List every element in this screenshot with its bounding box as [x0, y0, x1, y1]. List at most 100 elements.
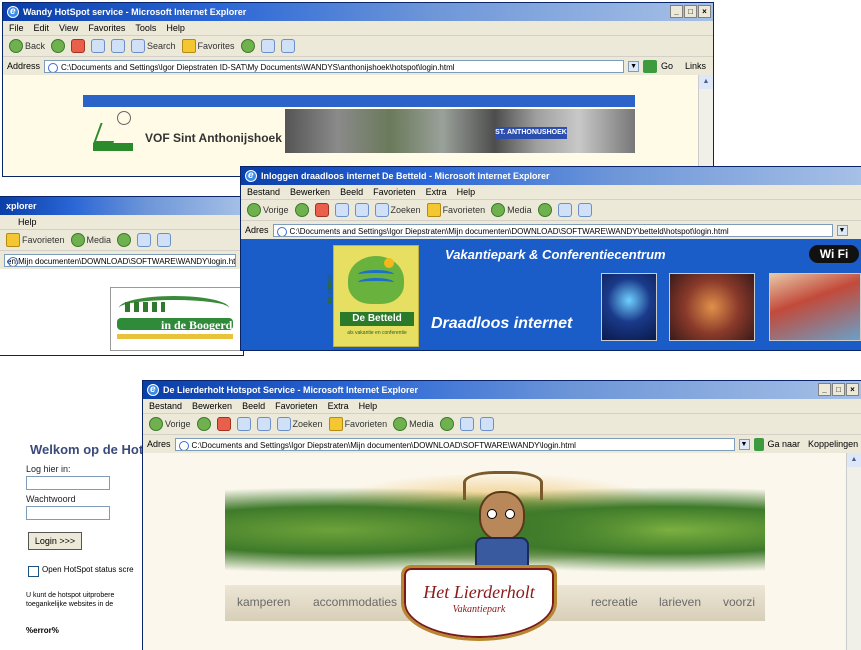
print-button[interactable] [577, 203, 592, 217]
mail-button[interactable] [260, 39, 275, 53]
address-dropdown[interactable]: ▼ [628, 60, 640, 72]
home-button[interactable] [354, 203, 369, 217]
refresh-button[interactable] [334, 203, 349, 217]
window-title: Wandy HotSpot service - Microsoft Intern… [23, 7, 247, 17]
window-title: Inloggen draadloos internet De Betteld -… [261, 171, 550, 181]
title-bar[interactable]: Inloggen draadloos internet De Betteld -… [241, 167, 861, 185]
menu-help[interactable]: Help [359, 401, 378, 411]
menu-help[interactable]: Help [18, 217, 37, 227]
favorites-button[interactable]: Favorites [181, 39, 235, 53]
mail-button[interactable] [137, 233, 152, 247]
media-button[interactable]: Media [491, 203, 532, 217]
go-button[interactable]: Go [661, 61, 673, 71]
title-bar[interactable]: Wandy HotSpot service - Microsoft Intern… [3, 3, 713, 21]
nav-kamperen[interactable]: kamperen [237, 595, 290, 609]
mail-button[interactable] [557, 203, 572, 217]
forward-button[interactable] [294, 203, 309, 217]
history-button[interactable] [439, 417, 454, 431]
media-button[interactable]: Media [70, 233, 111, 247]
vertical-scrollbar[interactable] [846, 453, 861, 650]
username-field[interactable] [26, 476, 110, 490]
title-bar[interactable]: xplorer [0, 197, 243, 215]
print-button[interactable] [479, 417, 494, 431]
back-button[interactable]: Vorige [149, 417, 191, 431]
menu-beeld[interactable]: Beeld [242, 401, 265, 411]
minimize-button[interactable]: _ [818, 383, 831, 396]
menu-bestand[interactable]: Bestand [247, 187, 280, 197]
menu-bar: Bestand Bewerken Beeld Favorieten Extra … [241, 185, 861, 200]
login-button[interactable]: Login >>> [28, 532, 82, 550]
back-button[interactable]: Back [9, 39, 45, 53]
title-bar[interactable]: De Lierderholt Hotspot Service - Microso… [143, 381, 861, 399]
menu-favorieten[interactable]: Favorieten [275, 401, 318, 411]
menu-bewerken[interactable]: Bewerken [192, 401, 232, 411]
favorites-star-icon [181, 39, 196, 53]
search-button[interactable]: Zoeken [276, 417, 323, 431]
favorites-button[interactable]: Favorieten [6, 233, 65, 247]
stop-button[interactable] [216, 417, 231, 431]
menu-bewerken[interactable]: Bewerken [290, 187, 330, 197]
refresh-button[interactable] [91, 39, 106, 53]
menu-favorites[interactable]: Favorites [88, 23, 125, 33]
address-dropdown[interactable]: ▼ [738, 438, 750, 450]
address-input[interactable]: C:\Documents and Settings\Igor Diepstrat… [44, 59, 625, 73]
favorites-star-icon [426, 203, 441, 217]
go-icon[interactable] [753, 437, 764, 451]
betteld-logo: de-betteld De Betteld als vakantie en co… [327, 245, 419, 347]
favorites-button[interactable]: Favorieten [426, 203, 485, 217]
close-button[interactable]: × [846, 383, 859, 396]
address-input[interactable]: en\Mijn documenten\DOWNLOAD\SOFTWARE\WAN… [4, 253, 236, 267]
vertical-scrollbar[interactable] [698, 75, 713, 176]
history-button[interactable] [537, 203, 552, 217]
menu-edit[interactable]: Edit [34, 23, 50, 33]
stop-button[interactable] [314, 203, 329, 217]
menu-extra[interactable]: Extra [426, 187, 447, 197]
go-icon[interactable] [643, 59, 658, 73]
history-button[interactable] [117, 233, 132, 247]
print-button[interactable] [280, 39, 295, 53]
address-bar: Adres C:\Documents and Settings\Igor Die… [143, 435, 861, 454]
forward-button[interactable] [51, 39, 66, 53]
nav-larieven[interactable]: larieven [659, 595, 701, 609]
print-button[interactable] [157, 233, 172, 247]
menu-tools[interactable]: Tools [135, 23, 156, 33]
menu-bestand[interactable]: Bestand [149, 401, 182, 411]
password-field[interactable] [26, 506, 110, 520]
favorites-button[interactable]: Favorieten [328, 417, 387, 431]
menu-help[interactable]: Help [166, 23, 185, 33]
address-dropdown[interactable]: ▼ [836, 224, 848, 236]
home-button[interactable] [111, 39, 126, 53]
minimize-button[interactable]: _ [670, 5, 683, 18]
media-button[interactable]: Media [393, 417, 434, 431]
history-button[interactable] [240, 39, 255, 53]
address-input[interactable]: C:\Documents and Settings\Igor Diepstrat… [272, 223, 833, 237]
address-label: Adres [147, 439, 171, 449]
links-button[interactable]: Links [685, 61, 706, 71]
forward-button[interactable] [196, 417, 211, 431]
menu-help[interactable]: Help [457, 187, 476, 197]
nav-voorzieningen[interactable]: voorzi [723, 595, 755, 609]
media-icon [491, 203, 506, 217]
maximize-button[interactable]: □ [832, 383, 845, 396]
status-checkbox[interactable] [28, 566, 39, 577]
address-input[interactable]: C:\Documents and Settings\Igor Diepstrat… [174, 437, 735, 451]
menu-extra[interactable]: Extra [328, 401, 349, 411]
nav-recreatie[interactable]: recreatie [591, 595, 638, 609]
menu-file[interactable]: File [9, 23, 24, 33]
menu-favorieten[interactable]: Favorieten [373, 187, 416, 197]
mail-button[interactable] [459, 417, 474, 431]
back-button[interactable]: Vorige [247, 203, 289, 217]
search-button[interactable]: Zoeken [374, 203, 421, 217]
home-button[interactable] [256, 417, 271, 431]
refresh-button[interactable] [236, 417, 251, 431]
links-button[interactable]: Koppelingen [808, 439, 858, 449]
maximize-button[interactable]: □ [684, 5, 697, 18]
nav-accommodaties[interactable]: accommodaties [313, 595, 397, 609]
menu-bar: File Edit View Favorites Tools Help [3, 21, 713, 36]
search-button[interactable]: Search [131, 39, 176, 53]
close-button[interactable]: × [698, 5, 711, 18]
menu-beeld[interactable]: Beeld [340, 187, 363, 197]
menu-view[interactable]: View [59, 23, 78, 33]
go-button[interactable]: Ga naar [768, 439, 801, 449]
stop-button[interactable] [71, 39, 86, 53]
